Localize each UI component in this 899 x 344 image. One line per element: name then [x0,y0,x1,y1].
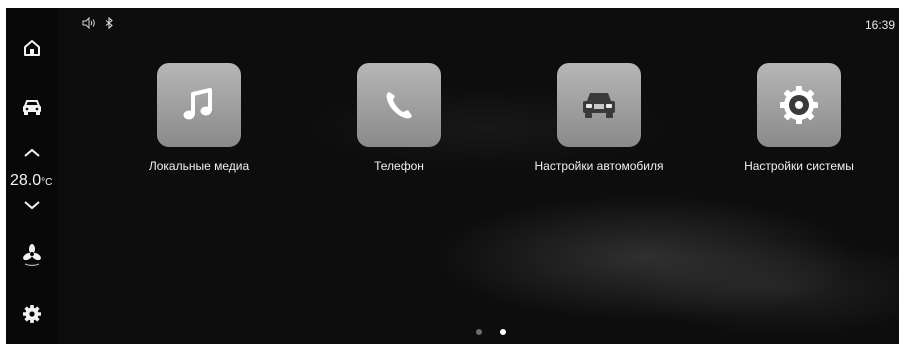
settings-button[interactable] [16,298,48,330]
app-tile-local-media[interactable] [157,63,241,147]
fan-button[interactable] [16,240,48,272]
volume-icon [82,17,95,29]
app-label: Локальные медиа [148,159,250,173]
app-label: Настройки автомобиля [534,159,664,173]
head-unit-screen: 28.0°C 16:39 Локальные медиа Телефон Нас… [6,8,899,344]
clock: 16:39 [864,18,895,32]
gear-icon [23,305,41,323]
app-local-media[interactable]: Локальные медиа [109,63,289,173]
phone-icon [386,92,412,119]
chevron-up-icon [24,148,40,157]
page-indicator [476,329,506,335]
temperature-unit: °C [41,177,53,188]
chevron-down-icon [24,201,40,210]
app-tile-phone[interactable] [357,63,441,147]
fan-icon [23,244,41,267]
app-label: Настройки системы [744,159,854,173]
sidebar: 28.0°C [6,8,58,344]
car-front-icon [583,93,615,118]
app-system-settings[interactable]: Настройки системы [709,63,889,173]
car-icon [23,100,41,115]
home-icon [24,40,40,56]
music-note-icon [183,88,212,120]
app-tile-system-settings[interactable] [757,63,841,147]
app-car-settings[interactable]: Настройки автомобиля [509,63,689,173]
app-label: Телефон [374,159,424,173]
settings-disc-icon [780,86,818,124]
status-icons [82,16,114,30]
bluetooth-icon [105,17,113,29]
app-phone[interactable]: Телефон [309,63,489,173]
page-dot-2[interactable] [500,329,506,335]
home-button[interactable] [16,32,48,64]
app-tile-car-settings[interactable] [557,63,641,147]
temp-up-button[interactable] [16,142,48,164]
page-dot-1[interactable] [476,329,482,335]
temp-down-button[interactable] [16,194,48,216]
temperature-value: 28.0 [10,172,42,189]
car-button[interactable] [16,91,48,123]
temperature-readout: 28.0°C [10,172,58,190]
